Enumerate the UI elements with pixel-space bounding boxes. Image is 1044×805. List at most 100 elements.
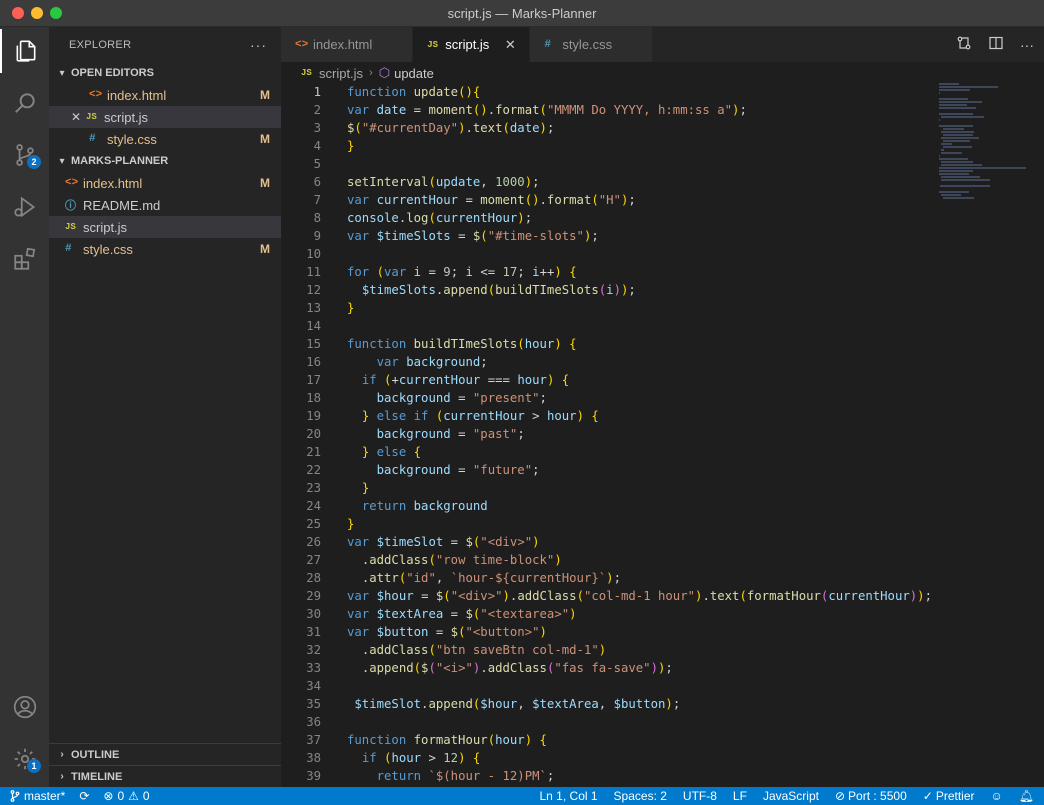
code-line[interactable]: 35 $timeSlot.append($hour, $textArea, $b… (281, 695, 1044, 713)
code-line[interactable]: 5 (281, 155, 1044, 173)
accounts-icon[interactable] (0, 685, 49, 729)
code-line[interactable]: 24 return background (281, 497, 1044, 515)
code-line[interactable]: 27 .addClass("row time-block") (281, 551, 1044, 569)
line-number: 21 (306, 445, 321, 459)
close-icon[interactable]: ✕ (69, 110, 83, 124)
code-line[interactable]: 14 (281, 317, 1044, 335)
code-line[interactable]: 25} (281, 515, 1044, 533)
live-server-port[interactable]: ⊘ Port : 5500 (835, 789, 907, 803)
code-line[interactable]: 11 for (var i = 9; i <= 17; i++) { (281, 263, 1044, 281)
indentation[interactable]: Spaces: 2 (614, 789, 667, 803)
line-code: .append($("<i>").addClass("fas fa-save")… (361, 661, 673, 675)
file-item[interactable]: <> index.html M (49, 172, 281, 194)
editor-actions: ··· (956, 27, 1034, 62)
file-item[interactable]: ⓘ README.md (49, 194, 281, 216)
code-line[interactable]: 16 var background; (281, 353, 1044, 371)
code-line[interactable]: 37 function formatHour(hour) { (281, 731, 1044, 749)
minimap-line (943, 134, 974, 136)
end-of-line[interactable]: LF (733, 789, 747, 803)
minimap[interactable] (939, 83, 1029, 213)
code-line[interactable]: 23 } (281, 479, 1044, 497)
code-line[interactable]: 4} (281, 137, 1044, 155)
tab-style-css[interactable]: # style.css (530, 27, 654, 62)
outline-section[interactable]: › OUTLINE (49, 743, 281, 765)
code-line[interactable]: 7 var currentHour = moment().format("H"); (281, 191, 1044, 209)
code-editor[interactable]: 1 function update(){2 var date = moment().… (281, 83, 1044, 787)
code-line[interactable]: 1 function update(){ (281, 83, 1044, 101)
branch-indicator[interactable]: master* (10, 789, 65, 803)
timeline-title: TIMELINE (71, 770, 123, 783)
code-line[interactable]: 8 console.log(currentHour); (281, 209, 1044, 227)
code-line[interactable]: 19 } else if (currentHour > hour) { (281, 407, 1044, 425)
language-mode[interactable]: JavaScript (763, 789, 819, 803)
code-line[interactable]: 20 background = "past"; (281, 425, 1044, 443)
code-line[interactable]: 2 var date = moment().format("MMMM Do YYY… (281, 101, 1044, 119)
open-editor-item[interactable]: ✕ JS script.js (49, 106, 281, 128)
code-line[interactable]: 13} (281, 299, 1044, 317)
line-code: .addClass("btn saveBtn col-md-1") (361, 643, 607, 657)
code-line[interactable]: 6 setInterval(update, 1000); (281, 173, 1044, 191)
tab-script-js[interactable]: JS script.js ✕ (413, 27, 531, 62)
code-line[interactable]: 17 if (+currentHour === hour) { (281, 371, 1044, 389)
line-number: 12 (306, 283, 321, 297)
code-line[interactable]: 28 .attr("id", `hour-${currentHour}`); (281, 569, 1044, 587)
code-line[interactable]: 22 background = "future"; (281, 461, 1044, 479)
compare-changes-icon[interactable] (956, 35, 972, 54)
file-item[interactable]: # style.css M (49, 238, 281, 260)
code-line[interactable]: 33 .append($("<i>").addClass("fas fa-sav… (281, 659, 1044, 677)
cursor-position[interactable]: Ln 1, Col 1 (540, 789, 598, 803)
code-line[interactable]: 21 } else { (281, 443, 1044, 461)
line-number: 25 (306, 517, 321, 531)
code-line[interactable]: 29 var $hour = $("<div>").addClass("col-m… (281, 587, 1044, 605)
explorer-more-button[interactable]: ··· (250, 37, 267, 53)
code-line[interactable]: 39 return `$(hour - 12)PM`; (281, 767, 1044, 785)
extensions-icon[interactable] (0, 237, 49, 281)
code-line[interactable]: 36 (281, 713, 1044, 731)
search-icon[interactable] (0, 81, 49, 125)
tab-index-html[interactable]: <> index.html (281, 27, 414, 62)
status-bar: master* ⟳ ⊗ 0 ⚠ 0 Ln 1, Col 1 Spaces: 2 … (0, 787, 1044, 805)
encoding[interactable]: UTF-8 (683, 789, 717, 803)
prettier-status[interactable]: ✓ Prettier (923, 789, 975, 803)
open-editor-item[interactable]: # style.css M (49, 128, 281, 150)
minimap-line (943, 146, 972, 148)
code-line[interactable]: 34 (281, 677, 1044, 695)
source-control-icon[interactable]: 2 (0, 133, 49, 177)
line-number: 37 (306, 733, 321, 747)
manage-gear-icon[interactable]: 1 (0, 737, 49, 781)
file-item[interactable]: JS script.js (49, 216, 281, 238)
line-number: 26 (306, 535, 321, 549)
explorer-icon[interactable] (0, 29, 49, 73)
code-line[interactable]: 3 $("#currentDay").text(date); (281, 119, 1044, 137)
run-debug-icon[interactable] (0, 185, 49, 229)
project-folder-section[interactable]: ▾ MARKS-PLANNER (49, 150, 281, 172)
open-editor-item[interactable]: <> index.html M (49, 84, 281, 106)
code-line[interactable]: 15 function buildTImeSlots(hour) { (281, 335, 1044, 353)
code-line[interactable]: 18 background = "present"; (281, 389, 1044, 407)
chevron-down-icon: ▾ (59, 67, 65, 79)
breadcrumb-file[interactable]: script.js (319, 66, 363, 81)
line-code: for (var i = 9; i <= 17; i++) { (347, 265, 577, 279)
code-line[interactable]: 30 var $textArea = $("<textarea>") (281, 605, 1044, 623)
close-tab-icon[interactable]: ✕ (503, 37, 517, 53)
code-line[interactable]: 31 var $button = $("<button>") (281, 623, 1044, 641)
problems-indicator[interactable]: ⊗ 0 ⚠ 0 (103, 789, 149, 803)
code-line[interactable]: 9 var $timeSlots = $("#time-slots"); (281, 227, 1044, 245)
more-actions-icon[interactable]: ··· (1020, 37, 1034, 53)
notifications-bell-icon[interactable]: 🔔︎ (1019, 789, 1034, 803)
code-line[interactable]: 38 if (hour > 12) { (281, 749, 1044, 767)
feedback-icon[interactable]: ☺ (991, 789, 1003, 803)
open-editors-section[interactable]: ▾ OPEN EDITORS (49, 62, 281, 84)
minimap-line (939, 107, 977, 109)
split-editor-icon[interactable] (988, 35, 1004, 54)
sync-icon[interactable]: ⟳ (79, 789, 89, 803)
code-line[interactable]: 12 $timeSlots.append(buildTImeSlots(i)); (281, 281, 1044, 299)
code-line[interactable]: 10 (281, 245, 1044, 263)
line-number: 6 (313, 175, 321, 189)
code-line[interactable]: 26 var $timeSlot = $("<div>") (281, 533, 1044, 551)
breadcrumb-symbol[interactable]: update (394, 66, 434, 81)
timeline-section[interactable]: › TIMELINE (49, 765, 281, 787)
code-line[interactable]: 32 .addClass("btn saveBtn col-md-1") (281, 641, 1044, 659)
minimap-line (941, 137, 979, 139)
line-number: 31 (306, 625, 321, 639)
